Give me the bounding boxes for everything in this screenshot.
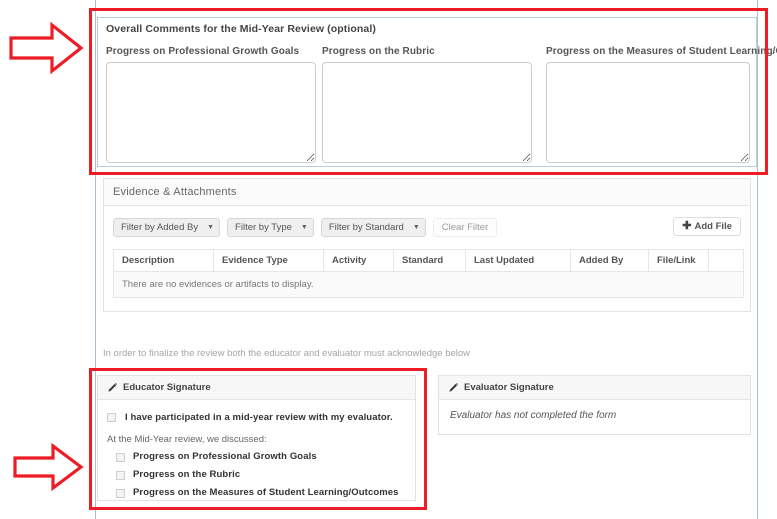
column-header-activity: Activity	[323, 249, 394, 272]
filter-by-standard-label: Filter by Standard	[328, 222, 404, 233]
clear-filter-button[interactable]: Clear Filter	[432, 218, 498, 237]
chevron-down-icon: ▼	[300, 224, 308, 231]
filter-by-added-by-select[interactable]: Filter by Added By ▼	[113, 218, 221, 237]
filter-by-added-by-label: Filter by Added By	[121, 222, 199, 233]
page-border-left	[95, 0, 96, 519]
comment-label-growth-goals: Progress on Professional Growth Goals	[106, 46, 300, 57]
column-header-added-by: Added By	[570, 249, 649, 272]
overall-comments-title: Overall Comments for the Mid-Year Review…	[106, 23, 376, 35]
evidence-table: Description Evidence Type Activity Stand…	[113, 249, 744, 298]
topic-label-growth-goals: Progress on Professional Growth Goals	[133, 451, 317, 462]
right-arrow-icon	[13, 443, 84, 491]
educator-acknowledgement-label: I have participated in a mid-year review…	[125, 412, 393, 423]
column-header-description: Description	[113, 249, 214, 272]
educator-signature-panel: Educator Signature I have participated i…	[97, 375, 416, 501]
pencil-icon	[107, 382, 118, 393]
page-border-right	[757, 0, 758, 519]
right-arrow-icon	[9, 22, 84, 74]
column-header-last-updated: Last Updated	[465, 249, 571, 272]
topic-label-student-learning: Progress on the Measures of Student Lear…	[133, 487, 399, 498]
comment-column-rubric: Progress on the Rubric	[322, 46, 532, 166]
comment-column-student-learning: Progress on the Measures of Student Lear…	[546, 46, 777, 166]
chevron-down-icon: ▼	[412, 224, 420, 231]
list-item: Progress on the Rubric	[116, 469, 415, 480]
column-header-evidence-type: Evidence Type	[213, 249, 324, 272]
evaluator-signature-panel: Evaluator Signature Evaluator has not co…	[438, 375, 751, 435]
comment-column-growth-goals: Progress on Professional Growth Goals	[106, 46, 316, 166]
topic-checkbox-student-learning[interactable]	[116, 488, 125, 498]
evaluator-signature-header-label: Evaluator Signature	[464, 382, 554, 393]
table-row: There are no evidences or artifacts to d…	[113, 271, 744, 298]
evidence-filter-row: Filter by Added By ▼ Filter by Type ▼ Fi…	[113, 217, 741, 238]
column-header-file-link: File/Link	[648, 249, 709, 272]
evidence-attachments-panel: Evidence & Attachments Filter by Added B…	[103, 178, 751, 312]
evidence-table-header-row: Description Evidence Type Activity Stand…	[113, 249, 744, 272]
overall-comments-panel: Overall Comments for the Mid-Year Review…	[97, 17, 777, 167]
filter-by-type-label: Filter by Type	[235, 222, 292, 233]
finalize-review-note: In order to finalize the review both the…	[103, 348, 471, 359]
comment-textarea-rubric[interactable]	[322, 62, 532, 163]
evaluator-signature-header: Evaluator Signature	[439, 376, 750, 400]
evaluator-signature-status: Evaluator has not completed the form	[450, 410, 617, 421]
pencil-icon	[448, 382, 459, 393]
educator-signature-header: Educator Signature	[98, 376, 415, 400]
topic-label-rubric: Progress on the Rubric	[133, 469, 241, 480]
column-header-actions	[708, 249, 744, 272]
column-header-standard: Standard	[393, 249, 466, 272]
list-item: Progress on the Measures of Student Lear…	[116, 487, 415, 498]
comment-label-student-learning: Progress on the Measures of Student Lear…	[546, 46, 777, 57]
comment-textarea-growth-goals[interactable]	[106, 62, 316, 163]
add-file-button[interactable]: ✚ Add File	[673, 217, 741, 236]
topic-checkbox-rubric[interactable]	[116, 470, 125, 480]
evidence-panel-header: Evidence & Attachments	[104, 179, 750, 206]
list-item: Progress on Professional Growth Goals	[116, 451, 415, 462]
filter-by-standard-select[interactable]: Filter by Standard ▼	[320, 218, 426, 237]
topic-checkbox-growth-goals[interactable]	[116, 452, 125, 462]
filter-by-type-select[interactable]: Filter by Type ▼	[227, 218, 314, 237]
evidence-empty-message: There are no evidences or artifacts to d…	[113, 271, 744, 298]
comment-label-rubric: Progress on the Rubric	[322, 46, 435, 57]
plus-icon: ✚	[682, 220, 692, 232]
discussed-topics-label: At the Mid-Year review, we discussed:	[107, 434, 267, 445]
educator-signature-body: I have participated in a mid-year review…	[98, 400, 415, 498]
educator-acknowledgement-row: I have participated in a mid-year review…	[107, 412, 415, 423]
comment-textarea-student-learning[interactable]	[546, 62, 750, 163]
educator-acknowledgement-checkbox[interactable]	[107, 413, 116, 422]
educator-signature-header-label: Educator Signature	[123, 382, 211, 393]
evidence-panel-body: Filter by Added By ▼ Filter by Type ▼ Fi…	[104, 206, 750, 298]
chevron-down-icon: ▼	[207, 224, 215, 231]
page-root: Overall Comments for the Mid-Year Review…	[0, 0, 777, 519]
add-file-label: Add File	[694, 221, 732, 232]
